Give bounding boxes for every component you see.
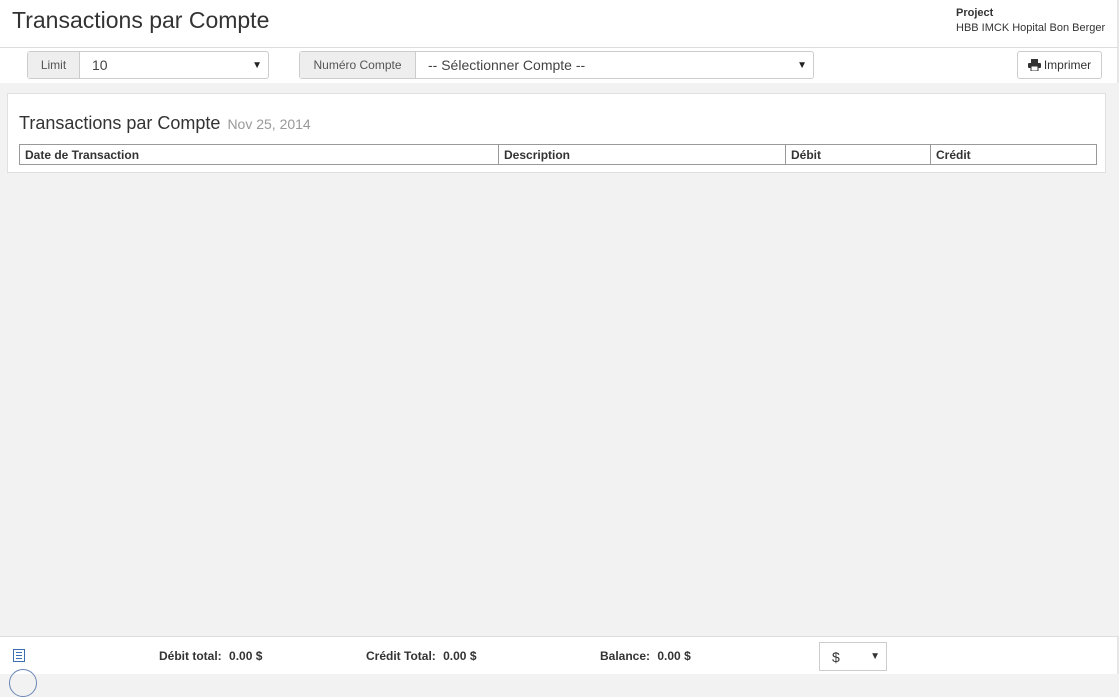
balance-value: 0.00 $ — [657, 649, 691, 663]
limit-group: Limit 10 ▼ — [27, 51, 269, 79]
debit-total-label: Débit total: — [159, 649, 222, 663]
debit-total-value: 0.00 $ — [229, 649, 263, 663]
column-header[interactable]: Description — [498, 144, 786, 165]
limit-select[interactable]: 10 ▼ — [80, 52, 268, 78]
report-title-line: Transactions par Compte Nov 25, 2014 — [19, 113, 311, 134]
account-group: Numéro Compte -- Sélectionner Compte -- … — [299, 51, 814, 79]
limit-label: Limit — [28, 52, 80, 78]
balance-label: Balance: — [600, 649, 651, 663]
debit-total: Débit total: 0.00 $ — [159, 649, 262, 663]
transactions-table: Date de Transaction Description Débit Cr… — [19, 144, 1097, 165]
totals-footer: Débit total: 0.00 $ Crédit Total: 0.00 $… — [0, 636, 1119, 697]
circle-icon — [9, 669, 37, 697]
caret-down-icon: ▼ — [797, 60, 807, 71]
project-name: HBB IMCK Hopital Bon Berger — [956, 22, 1106, 34]
print-label: Imprimer — [1043, 58, 1092, 72]
currency-select[interactable]: $ ▼ — [819, 642, 887, 671]
report-panel: Transactions par Compte Nov 25, 2014 Dat… — [7, 93, 1106, 173]
print-button[interactable]: Imprimer — [1017, 51, 1102, 79]
page-title: Transactions par Compte — [12, 7, 270, 33]
limit-value: 10 — [92, 57, 108, 73]
credit-total: Crédit Total: 0.00 $ — [366, 649, 477, 663]
account-value: -- Sélectionner Compte -- — [428, 57, 586, 73]
toolbar: Limit 10 ▼ Numéro Compte -- Sélectionner… — [0, 48, 1119, 83]
print-icon — [1027, 59, 1041, 71]
balance-total: Balance: 0.00 $ — [600, 649, 691, 663]
column-header[interactable]: Date de Transaction — [19, 144, 499, 165]
list-icon[interactable] — [13, 649, 25, 662]
caret-down-icon: ▼ — [252, 60, 262, 71]
caret-down-icon: ▼ — [870, 651, 880, 662]
page-header: Transactions par Compte Project HBB IMCK… — [0, 0, 1119, 48]
credit-total-value: 0.00 $ — [443, 649, 477, 663]
table-header-row: Date de Transaction Description Débit Cr… — [19, 144, 1097, 165]
currency-value: $ — [832, 648, 840, 665]
column-header[interactable]: Débit — [785, 144, 931, 165]
column-header[interactable]: Crédit — [930, 144, 1097, 165]
report-title: Transactions par Compte — [19, 113, 221, 133]
account-label: Numéro Compte — [300, 52, 416, 78]
report-date: Nov 25, 2014 — [227, 116, 311, 132]
project-label: Project — [956, 7, 994, 19]
account-select[interactable]: -- Sélectionner Compte -- ▼ — [416, 52, 813, 78]
project-info: Project HBB IMCK Hopital Bon Berger — [956, 6, 1105, 36]
credit-total-label: Crédit Total: — [366, 649, 436, 663]
